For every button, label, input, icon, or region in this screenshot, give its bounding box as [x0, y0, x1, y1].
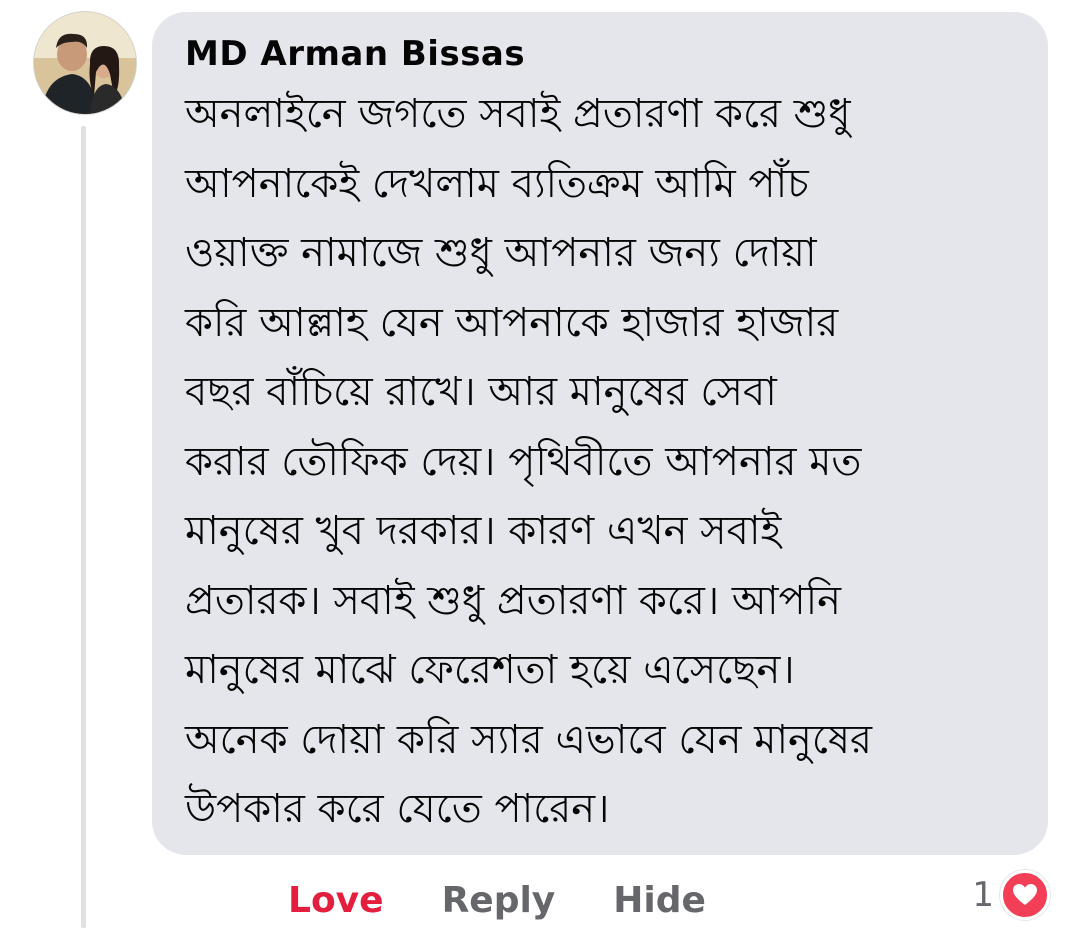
comment-line: বছর বাঁচিয়ে রাখে। আর মানুষের সেবা: [185, 369, 777, 415]
hide-button[interactable]: Hide: [613, 880, 706, 921]
comment-line: প্রতারক। সবাই শুধু প্রতারণা করে। আপনি: [185, 577, 842, 624]
avatar[interactable]: [34, 12, 136, 114]
comment-line: মানুষের মাঝে ফেরেশতা হয়ে এসেছেন।: [185, 647, 795, 693]
reaction-count: 1: [972, 875, 994, 915]
heart-icon: [1000, 870, 1050, 920]
thread-line: [81, 126, 86, 928]
comment-line: করার তৌফিক দেয়। পৃথিবীতে আপনার মত: [185, 438, 862, 485]
comment-line: করি আল্লাহ যেন আপনাকে হাজার হাজার: [185, 299, 839, 346]
comment-line: আপনাকেই দেখলাম ব্যতিক্রম আমি পাঁচ: [185, 160, 809, 207]
love-reaction-button[interactable]: Love: [288, 880, 384, 921]
comment-line: ওয়াক্ত নামাজে শুধু আপনার জন্য দোয়া: [185, 230, 817, 276]
reply-button[interactable]: Reply: [442, 880, 556, 921]
comment-bubble: MD Arman Bissas অনলাইনে জগতে সবাই প্রতার…: [152, 12, 1048, 855]
comment-line: অনলাইনে জগতে সবাই প্রতারণা করে শুধু: [185, 91, 851, 137]
comment-line: অনেক দোয়া করি স্যার এভাবে যেন মানুষের: [185, 716, 873, 763]
comment-line: উপকার করে যেতে পারেন।: [185, 786, 610, 832]
comment-actions: Love Reply Hide: [288, 872, 706, 928]
comment-author-name[interactable]: MD Arman Bissas: [185, 32, 1008, 76]
comment-body: অনলাইনে জগতে সবাই প্রতারণা করে শুধু আপনা…: [185, 80, 1008, 845]
reaction-summary[interactable]: 1: [972, 870, 1050, 920]
avatar-photo: [34, 12, 136, 114]
comment-line: মানুষের খুব দরকার। কারণ এখন সবাই: [185, 508, 782, 554]
